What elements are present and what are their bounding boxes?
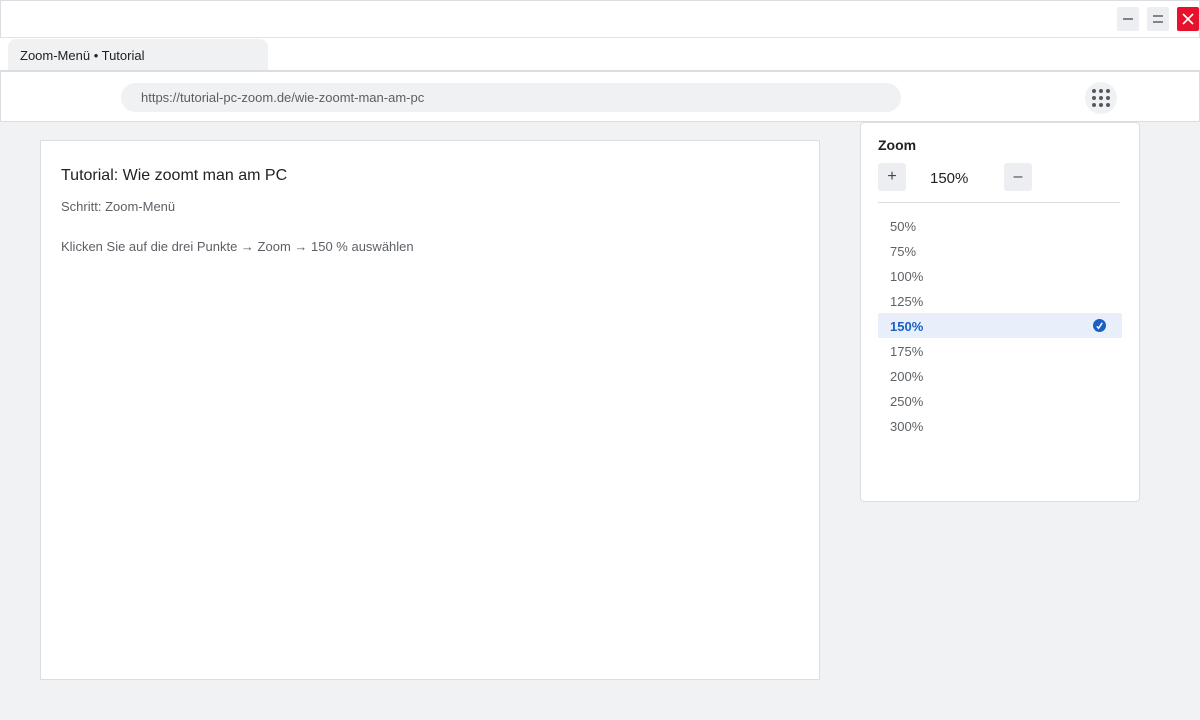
zoom-options-list: 50% 75% 100% 125% 150% 175% 200% 250% 30… bbox=[878, 213, 1122, 438]
minimize-icon[interactable] bbox=[1117, 7, 1139, 31]
zoom-in-button[interactable]: + bbox=[878, 163, 906, 191]
zoom-option-125[interactable]: 125% bbox=[878, 288, 1122, 313]
zoom-out-button[interactable]: – bbox=[1004, 163, 1032, 191]
page-content-card: Tutorial: Wie zoomt man am PC Schritt: Z… bbox=[40, 140, 820, 680]
maximize-icon[interactable] bbox=[1147, 7, 1169, 31]
address-url: https://tutorial-pc-zoom.de/wie-zoomt-ma… bbox=[141, 90, 425, 105]
zoom-option-175[interactable]: 175% bbox=[878, 338, 1122, 363]
address-bar[interactable]: https://tutorial-pc-zoom.de/wie-zoomt-ma… bbox=[121, 83, 901, 112]
zoom-menu-panel: Zoom + 150% – 50% 75% 100% 125% 150% 175… bbox=[860, 122, 1140, 502]
grid-dots-icon[interactable] bbox=[1085, 82, 1117, 114]
close-icon[interactable] bbox=[1177, 7, 1199, 31]
zoom-option-100[interactable]: 100% bbox=[878, 263, 1122, 288]
page-title: Tutorial: Wie zoomt man am PC bbox=[61, 167, 288, 184]
zoom-option-300[interactable]: 300% bbox=[878, 413, 1122, 438]
zoom-divider bbox=[878, 202, 1120, 203]
zoom-option-50[interactable]: 50% bbox=[878, 213, 1122, 238]
instruction-text: Klicken Sie auf die drei Punkte → Zoom →… bbox=[61, 239, 414, 254]
tab-title: Zoom-Menü • Tutorial bbox=[20, 48, 145, 63]
step-label: Schritt: Zoom-Menü bbox=[61, 199, 176, 214]
tab-strip: Zoom-Menü • Tutorial bbox=[0, 38, 1200, 71]
window-titlebar bbox=[0, 0, 1200, 38]
zoom-menu-title: Zoom bbox=[878, 137, 917, 153]
zoom-option-150[interactable]: 150% bbox=[878, 313, 1122, 338]
zoom-option-75[interactable]: 75% bbox=[878, 238, 1122, 263]
zoom-option-200[interactable]: 200% bbox=[878, 363, 1122, 388]
zoom-level-value: 150% bbox=[930, 170, 969, 187]
zoom-option-250[interactable]: 250% bbox=[878, 388, 1122, 413]
tab-zoom-menu-tutorial[interactable]: Zoom-Menü • Tutorial bbox=[8, 39, 268, 70]
navigation-bar: https://tutorial-pc-zoom.de/wie-zoomt-ma… bbox=[0, 71, 1200, 122]
checkmark-icon bbox=[1093, 319, 1106, 332]
